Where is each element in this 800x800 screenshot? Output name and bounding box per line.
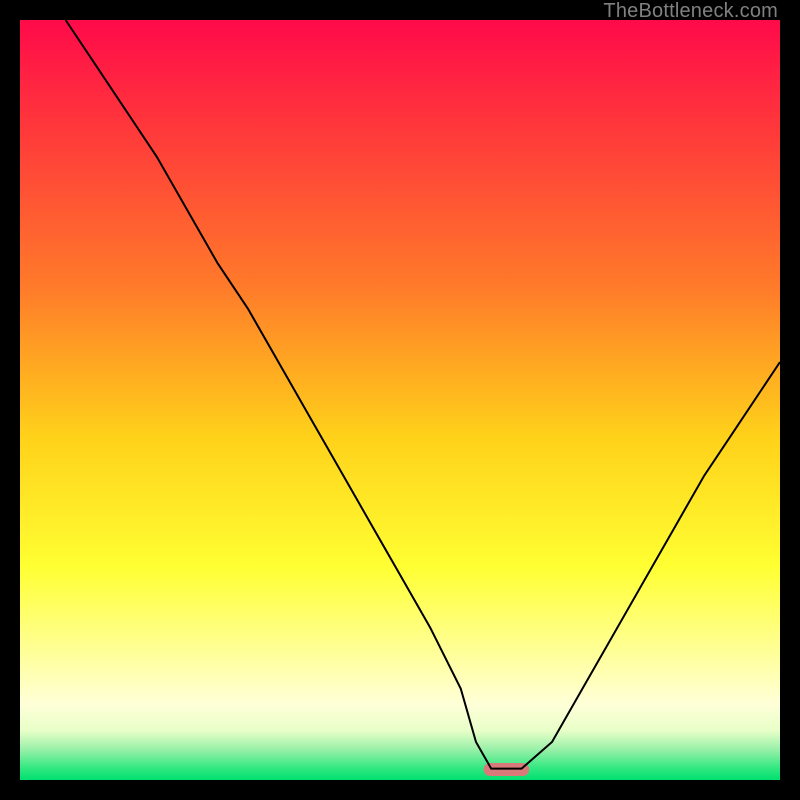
watermark-text: TheBottleneck.com xyxy=(603,0,778,23)
chart-svg xyxy=(20,20,780,780)
gradient-background xyxy=(20,20,780,780)
bottleneck-chart xyxy=(20,20,780,780)
